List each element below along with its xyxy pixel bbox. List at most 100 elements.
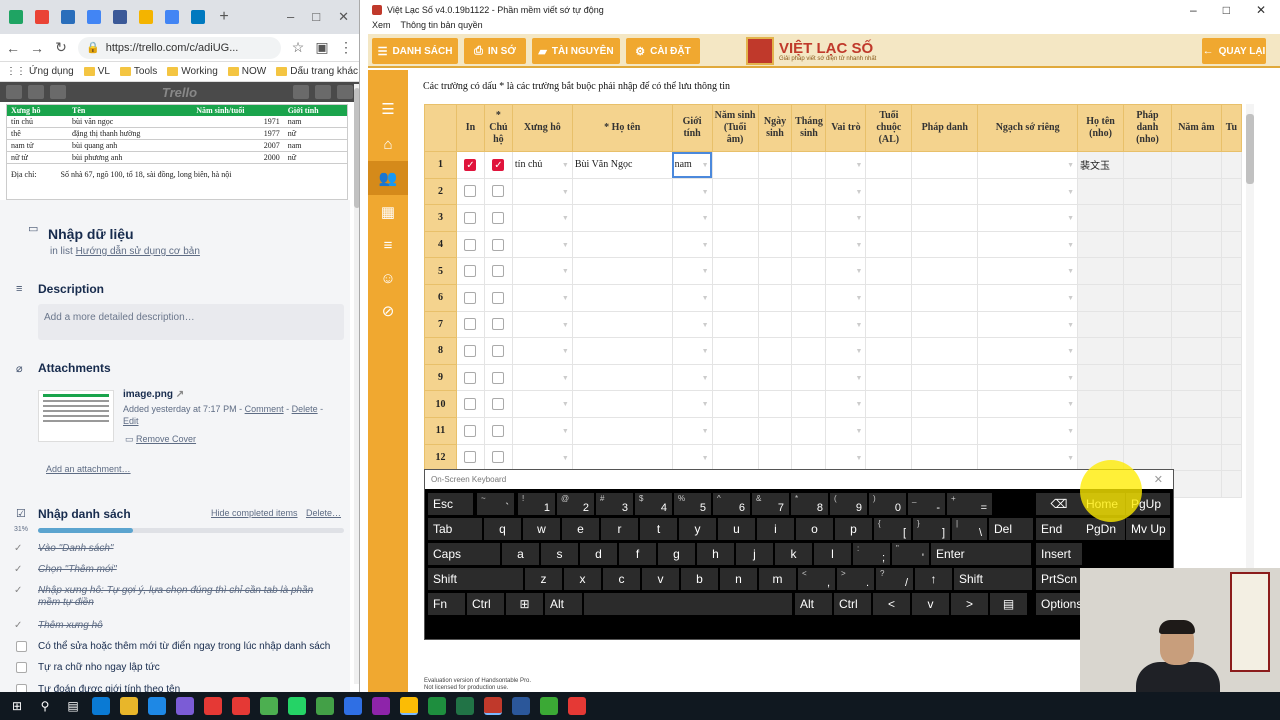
- people-icon[interactable]: 👥: [368, 161, 408, 195]
- checkbox-cell[interactable]: [455, 310, 485, 339]
- checkbox-icon[interactable]: [464, 371, 477, 384]
- add-attachment-link[interactable]: Add an attachment…: [46, 464, 131, 474]
- cell[interactable]: [757, 416, 793, 445]
- start-icon[interactable]: ⊞: [8, 697, 26, 715]
- chevron-down-icon[interactable]: ▼: [1067, 267, 1074, 275]
- key-symbol[interactable]: >: [951, 593, 988, 615]
- cell[interactable]: [711, 337, 759, 365]
- key-end[interactable]: End: [1036, 518, 1082, 540]
- cell[interactable]: [791, 283, 827, 312]
- key-x[interactable]: x: [564, 568, 601, 590]
- key-r[interactable]: r: [601, 518, 638, 540]
- chevron-down-icon[interactable]: ▼: [702, 188, 709, 196]
- key-o[interactable]: o: [796, 518, 833, 540]
- chevron-down-icon[interactable]: ▼: [855, 214, 862, 222]
- cell[interactable]: [791, 151, 827, 179]
- cai-dat-button[interactable]: ⚙ CÀI ĐẶT: [626, 38, 700, 64]
- cell[interactable]: [865, 390, 913, 418]
- checkbox[interactable]: [16, 641, 27, 652]
- cell[interactable]: ▼: [825, 177, 867, 206]
- key-shift[interactable]: Shift: [428, 568, 523, 590]
- cell[interactable]: ▼: [825, 390, 867, 418]
- col-header[interactable]: Họ tên (nho): [1077, 104, 1124, 152]
- key-5[interactable]: % 5: [674, 493, 711, 515]
- cell[interactable]: [711, 310, 759, 339]
- chevron-down-icon[interactable]: ▼: [1067, 427, 1074, 435]
- key-k[interactable]: k: [775, 543, 812, 565]
- cell[interactable]: [757, 443, 793, 472]
- ho-ten-nho-cell[interactable]: 裴文玉: [1077, 151, 1124, 179]
- store-icon[interactable]: [148, 697, 166, 715]
- cell[interactable]: ▼: [825, 416, 867, 445]
- cell[interactable]: [1170, 470, 1222, 498]
- key-symbol[interactable]: ▤: [990, 593, 1027, 615]
- cell[interactable]: ▼: [511, 416, 573, 445]
- info-icon[interactable]: [315, 85, 331, 99]
- checkbox-cell[interactable]: [483, 390, 513, 418]
- checked-icon[interactable]: ✓: [14, 585, 26, 597]
- key-options[interactable]: Options: [1036, 593, 1082, 615]
- key-caps[interactable]: Caps: [428, 543, 500, 565]
- key-enter[interactable]: Enter: [931, 543, 1031, 565]
- key-del[interactable]: Del: [989, 518, 1033, 540]
- key-alt[interactable]: Alt: [545, 593, 582, 615]
- cell[interactable]: [865, 283, 913, 312]
- key-2[interactable]: @2: [557, 493, 594, 515]
- col-header[interactable]: Tháng sinh: [791, 104, 827, 152]
- cell[interactable]: ▼: [977, 390, 1079, 418]
- cell[interactable]: [1220, 230, 1242, 259]
- cell[interactable]: ▼: [977, 363, 1079, 392]
- checkbox-cell[interactable]: [455, 443, 485, 472]
- description-input[interactable]: Add a more detailed description…: [38, 304, 344, 340]
- cell[interactable]: [911, 310, 979, 339]
- cell[interactable]: ▼: [511, 310, 573, 339]
- checkbox-cell[interactable]: [455, 416, 485, 445]
- cell[interactable]: [865, 443, 913, 472]
- cell[interactable]: [1220, 337, 1242, 365]
- tab-app-icon[interactable]: [56, 5, 80, 29]
- cell[interactable]: [757, 230, 793, 259]
- back-icon[interactable]: ←: [6, 40, 20, 56]
- chevron-down-icon[interactable]: ▼: [855, 188, 862, 196]
- key-symbol[interactable]: :;: [853, 543, 890, 565]
- app-icon[interactable]: [568, 697, 586, 715]
- key-w[interactable]: w: [523, 518, 560, 540]
- menu-view[interactable]: Xem: [372, 20, 391, 34]
- key-a[interactable]: a: [502, 543, 539, 565]
- chevron-down-icon[interactable]: ▼: [562, 188, 569, 196]
- cell[interactable]: [1077, 177, 1124, 206]
- cell[interactable]: [865, 363, 913, 392]
- cell[interactable]: ▼: [825, 363, 867, 392]
- cell[interactable]: ▼: [511, 204, 573, 232]
- checkbox-cell[interactable]: [483, 337, 513, 365]
- cell[interactable]: ▼: [671, 177, 713, 206]
- cell[interactable]: ▼: [977, 177, 1079, 206]
- cell[interactable]: [911, 390, 979, 418]
- key-g[interactable]: g: [658, 543, 695, 565]
- checkbox-icon[interactable]: [464, 265, 477, 278]
- app-icon[interactable]: [512, 697, 530, 715]
- attachment-edit-link[interactable]: Edit: [123, 416, 139, 426]
- cell[interactable]: ▼: [977, 204, 1079, 232]
- owner-checkbox-cell[interactable]: ✓: [483, 151, 513, 179]
- checkbox-icon[interactable]: [464, 318, 477, 331]
- chevron-down-icon[interactable]: ▼: [562, 347, 569, 355]
- checkbox-icon[interactable]: [464, 451, 477, 464]
- col-header[interactable]: In: [455, 104, 485, 152]
- checklist-item[interactable]: Có thể sửa hoặc thêm mới từ điển ngay tr…: [38, 641, 338, 652]
- key-n[interactable]: n: [720, 568, 757, 590]
- gioi-tinh-cell[interactable]: nam ▼: [671, 151, 713, 179]
- cell[interactable]: [711, 416, 759, 445]
- cell[interactable]: ▼: [671, 310, 713, 339]
- checklist-item[interactable]: Vào "Danh sách": [38, 543, 338, 554]
- cell[interactable]: [1123, 416, 1172, 445]
- col-header[interactable]: Tu: [1220, 104, 1242, 152]
- chevron-down-icon[interactable]: ▼: [855, 374, 862, 382]
- cell[interactable]: [571, 390, 673, 418]
- cell[interactable]: [757, 283, 793, 312]
- cell[interactable]: [1123, 151, 1172, 179]
- cell[interactable]: [1077, 230, 1124, 259]
- key-symbol[interactable]: <,: [798, 568, 835, 590]
- chevron-down-icon[interactable]: ▼: [702, 267, 709, 275]
- key-v[interactable]: v: [642, 568, 679, 590]
